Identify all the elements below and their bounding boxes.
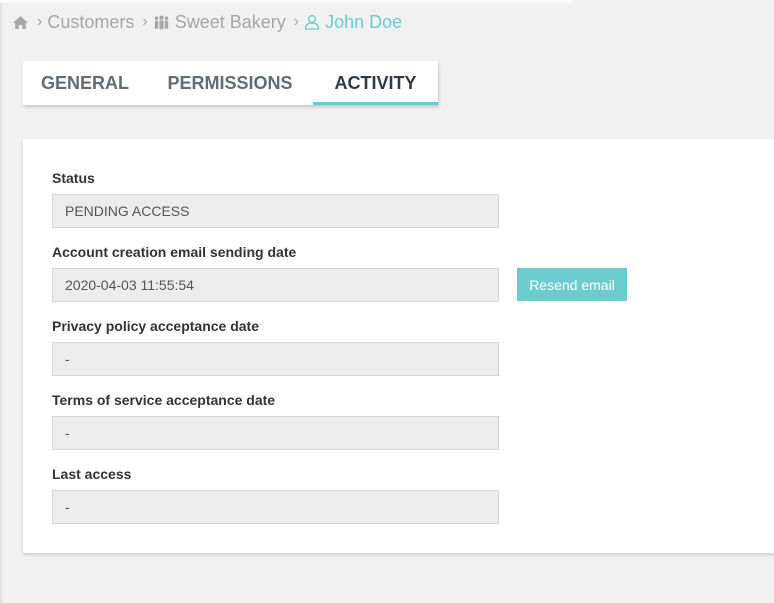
status-label: Status <box>52 170 95 186</box>
left-edge <box>0 0 2 603</box>
email-sending-date-label: Account creation email sending date <box>52 244 297 260</box>
privacy-policy-date-field: - <box>52 342 499 376</box>
group-icon <box>153 15 170 30</box>
breadcrumb-customers[interactable]: Customers <box>47 12 134 33</box>
terms-of-service-date-field: - <box>52 416 499 450</box>
breadcrumb-home[interactable] <box>12 15 29 30</box>
breadcrumb: › Customers › Sweet Bakery › John Doe <box>12 9 402 35</box>
breadcrumb-strip <box>0 0 572 3</box>
breadcrumb-user[interactable]: John Doe <box>304 12 402 33</box>
last-access-field: - <box>52 490 499 524</box>
home-icon <box>12 15 29 30</box>
breadcrumb-separator: › <box>142 13 148 30</box>
resend-email-button[interactable]: Resend email <box>517 268 627 301</box>
tab-permissions[interactable]: PERMISSIONS <box>147 61 313 105</box>
breadcrumb-company-label: Sweet Bakery <box>174 11 286 32</box>
activity-panel: Status PENDING ACCESS Account creation e… <box>23 139 774 553</box>
breadcrumb-company[interactable]: Sweet Bakery <box>153 12 286 33</box>
user-icon <box>304 14 320 30</box>
terms-of-service-date-label: Terms of service acceptance date <box>52 392 276 408</box>
tab-activity[interactable]: ACTIVITY <box>313 61 438 105</box>
breadcrumb-separator: › <box>37 13 43 30</box>
last-access-label: Last access <box>52 466 132 482</box>
privacy-policy-date-label: Privacy policy acceptance date <box>52 318 259 334</box>
tab-general[interactable]: GENERAL <box>23 61 147 105</box>
tab-bar: GENERAL PERMISSIONS ACTIVITY <box>23 61 438 105</box>
email-sending-date-field: 2020-04-03 11:55:54 <box>52 268 499 302</box>
breadcrumb-user-label: John Doe <box>325 11 403 32</box>
breadcrumb-separator: › <box>293 13 300 30</box>
status-field: PENDING ACCESS <box>52 194 499 228</box>
